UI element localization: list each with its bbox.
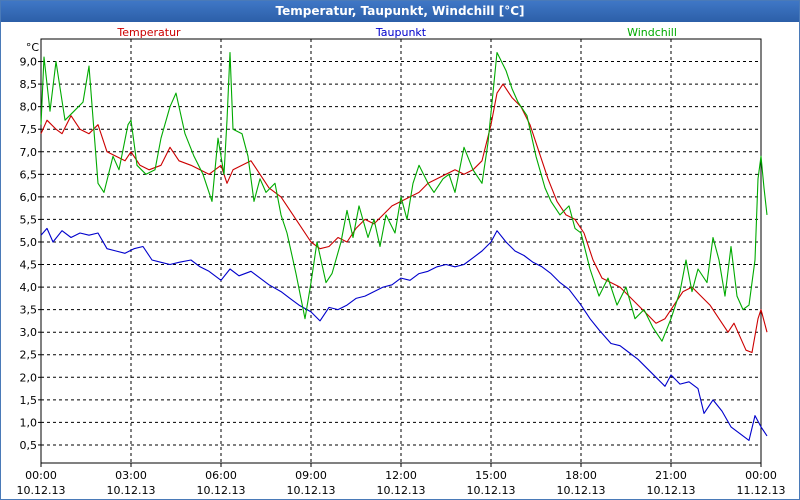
y-tick-label: 9,0 bbox=[20, 56, 38, 69]
y-tick-label: 2,0 bbox=[20, 371, 38, 384]
x-tick-time: 06:00 bbox=[205, 469, 237, 482]
x-tick-time: 00:00 bbox=[25, 469, 57, 482]
x-tick-date: 10.12.13 bbox=[467, 484, 516, 497]
y-tick-label: 3,0 bbox=[20, 326, 38, 339]
x-tick-time: 12:00 bbox=[385, 469, 417, 482]
y-tick-label: 6,0 bbox=[20, 191, 38, 204]
y-tick-label: 5,0 bbox=[20, 236, 38, 249]
x-tick-date: 10.12.13 bbox=[17, 484, 66, 497]
y-axis-unit: °C bbox=[26, 41, 40, 54]
x-tick-date: 10.12.13 bbox=[377, 484, 426, 497]
legend-taupunkt: Taupunkt bbox=[375, 26, 427, 39]
x-tick-time: 03:00 bbox=[115, 469, 147, 482]
y-tick-label: 7,5 bbox=[20, 123, 38, 136]
x-tick-date: 10.12.13 bbox=[107, 484, 156, 497]
y-tick-label: 1,0 bbox=[20, 416, 38, 429]
x-tick-time: 00:00 bbox=[745, 469, 777, 482]
y-tick-label: 1,5 bbox=[20, 394, 38, 407]
x-tick-date: 10.12.13 bbox=[287, 484, 336, 497]
y-tick-label: 5,5 bbox=[20, 213, 38, 226]
legend-temperatur: Temperatur bbox=[116, 26, 181, 39]
y-tick-label: 8,5 bbox=[20, 78, 38, 91]
chart-window: Temperatur, Taupunkt, Windchill [°C] 0,5… bbox=[0, 0, 800, 500]
legend-windchill: Windchill bbox=[627, 26, 677, 39]
x-tick-time: 15:00 bbox=[475, 469, 507, 482]
x-tick-date: 11.12.13 bbox=[737, 484, 786, 497]
y-tick-label: 4,0 bbox=[20, 281, 38, 294]
y-tick-label: 2,5 bbox=[20, 349, 38, 362]
x-tick-time: 09:00 bbox=[295, 469, 327, 482]
x-tick-date: 10.12.13 bbox=[197, 484, 246, 497]
y-tick-label: 3,5 bbox=[20, 304, 38, 317]
y-tick-label: 0,5 bbox=[20, 439, 38, 452]
x-tick-date: 10.12.13 bbox=[647, 484, 696, 497]
line-chart: 0,5 1,0 1,5 2,0 2,5 3,0 3,5 4,0 4,5 5,0 5,5 6,0 6,5 7… bbox=[17, 26, 786, 497]
y-tick-label: 4,5 bbox=[20, 259, 38, 272]
y-tick-label: 6,5 bbox=[20, 168, 38, 181]
y-tick-label: 7,0 bbox=[20, 146, 38, 159]
x-tick-time: 18:00 bbox=[565, 469, 597, 482]
y-tick-label: 8,0 bbox=[20, 101, 38, 114]
x-tick-date: 10.12.13 bbox=[557, 484, 606, 497]
x-tick-time: 21:00 bbox=[655, 469, 687, 482]
